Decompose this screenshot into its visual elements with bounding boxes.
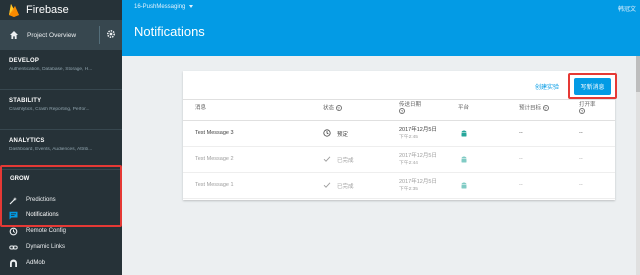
sidebar-item-label: Predictions [26,197,56,203]
table-header: 消息 状态 ? 传送日期? 平台 预计目标 ? 打开率? [183,99,615,121]
column-estimate[interactable]: 预计目标 ? [519,105,549,111]
sent-datetime: 2017年12月5日 下午2:44 [399,153,437,167]
check-icon [323,156,331,162]
new-message-button[interactable]: 写新消息 [574,77,611,95]
column-label: 状态 [323,105,335,112]
sidebar-section-analytics[interactable]: ANALYTICS Dashboard, Events, Audiences, … [0,130,122,170]
estimate-value: -- [519,182,523,188]
notifications-card: 创建实验 写新消息 消息 状态 ? 传送日期? 平台 预计目标 ? 打开率? T… [183,71,617,200]
column-platform[interactable]: 平台 [458,105,469,111]
status-text: 已完成 [337,184,354,190]
new-message-highlight: 写新消息 [568,73,617,99]
sent-time: 下午2:45 [399,135,418,140]
sidebar-section-develop[interactable]: DEVELOP Authentication, Database, Storag… [0,50,122,90]
sidebar-item-label: AdMob [26,260,46,266]
sidebar-item-dynamic-links[interactable]: Dynamic Links [0,240,122,254]
header: 16-PushMessaging 韩冠文 Notifications [122,0,640,56]
sent-time: 下午2:35 [399,187,418,192]
home-icon [10,31,18,39]
sent-date: 2017年12月5日 [399,179,437,185]
sent-date: 2017年12月5日 [399,153,437,159]
sidebar-item-label: Remote Config [26,228,67,234]
help-icon[interactable]: ? [542,105,549,111]
check-icon [323,182,331,188]
open-rate-value: -- [579,156,583,162]
firebase-logo-icon [9,4,19,17]
android-icon [461,156,467,163]
sent-datetime: 2017年12月5日 下午2:45 [399,127,437,141]
help-icon[interactable]: ? [579,108,585,114]
open-rate-value: -- [579,182,583,188]
sent-datetime: 2017年12月5日 下午2:35 [399,179,437,193]
status-text: 已完成 [337,158,354,164]
user-name[interactable]: 韩冠文 [618,4,640,13]
project-overview-label: Project Overview [27,31,77,39]
message-name: Test Message 1 [195,182,234,188]
section-subtitle: Crashlytics, Crash Reporting, Perfor... [9,107,90,112]
sidebar-item-remote-config[interactable]: Remote Config [0,224,122,238]
create-experiment-button[interactable]: 创建实验 [531,79,563,94]
table-row[interactable]: Test Message 1 已完成 2017年12月5日 下午2:35 -- … [183,173,615,199]
section-title: STABILITY [9,98,42,104]
notifications-icon [9,211,18,219]
sidebar: Firebase Project Overview DEVELOP Authen… [0,0,122,275]
page-title: Notifications [134,24,205,39]
sidebar-item-label: Notifications [26,212,59,218]
table-row[interactable]: Test Message 3 预定 2017年12月5日 下午2:45 -- -… [183,121,615,147]
clock-icon [323,129,331,137]
help-icon[interactable]: ? [399,108,405,114]
sidebar-item-label: Dynamic Links [26,244,66,250]
dynamic-links-icon [9,245,18,249]
project-selector[interactable]: 16-PushMessaging [134,4,194,10]
status-text: 预定 [337,132,349,138]
gear-icon[interactable] [106,29,116,39]
sent-time: 下午2:44 [399,161,418,166]
sidebar-item-admob[interactable]: AdMob [0,256,122,270]
project-overview-item[interactable]: Project Overview [0,20,122,50]
scrollbar-thumb[interactable] [636,56,640,92]
open-rate-value: -- [579,130,583,136]
column-label: 预计目标 [519,105,542,112]
column-open-rate[interactable]: 打开率? [579,102,596,114]
help-icon[interactable]: ? [335,105,342,111]
project-name: 16-PushMessaging [134,4,186,10]
section-subtitle: Dashboard, Events, Audiences, Attrib... [9,147,93,152]
card-actions: 创建实验 写新消息 [183,71,617,99]
section-title: ANALYTICS [9,138,45,144]
column-sent-date[interactable]: 传送日期? [399,102,421,114]
message-name: Test Message 2 [195,156,234,162]
column-message[interactable]: 消息 [195,105,206,111]
message-name: Test Message 3 [195,130,234,136]
admob-icon [10,259,17,267]
estimate-value: -- [519,156,523,162]
predictions-icon [9,196,17,204]
scrollbar[interactable] [636,56,640,275]
section-subtitle: Authentication, Database, Storage, H... [9,67,93,72]
chevron-down-icon [189,4,194,8]
section-title: GROW [10,176,30,182]
android-icon [461,182,467,189]
table-row[interactable]: Test Message 2 已完成 2017年12月5日 下午2:44 -- … [183,147,615,173]
brand[interactable]: Firebase [0,0,122,20]
column-status[interactable]: 状态 ? [323,105,342,111]
sidebar-item-notifications[interactable]: Notifications [0,208,122,222]
android-icon [461,130,467,137]
sent-date: 2017年12月5日 [399,127,437,133]
remote-config-icon [9,227,18,235]
section-title: DEVELOP [9,58,40,64]
brand-name: Firebase [26,4,69,16]
divider [99,26,100,44]
sidebar-item-predictions[interactable]: Predictions [0,193,122,207]
sidebar-section-stability[interactable]: STABILITY Crashlytics, Crash Reporting, … [0,90,122,130]
estimate-value: -- [519,130,523,136]
